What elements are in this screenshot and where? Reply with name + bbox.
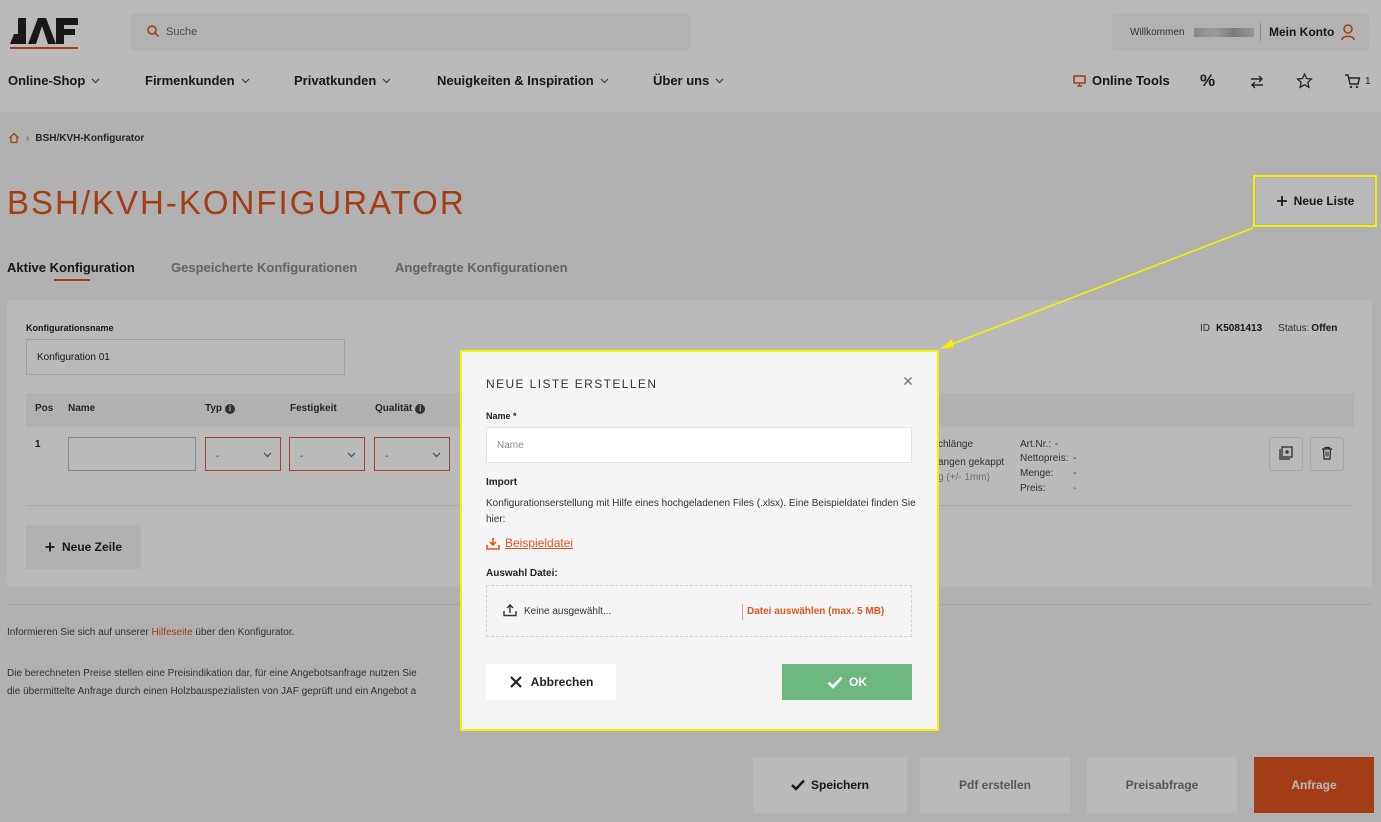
upload-icon <box>503 604 517 617</box>
example-file-link[interactable]: Beispieldatei <box>486 536 573 550</box>
file-none-selected: Keine ausgewählt... <box>524 606 612 617</box>
modal-title: NEUE LISTE ERSTELLEN <box>486 377 658 391</box>
file-select-label: Auswahl Datei: <box>486 568 558 579</box>
download-icon <box>486 537 500 550</box>
ok-button[interactable]: OK <box>782 664 912 700</box>
annotation-highlight <box>1253 175 1377 227</box>
name-label: Name * <box>486 411 517 421</box>
example-file-label: Beispieldatei <box>505 536 574 550</box>
close-icon <box>509 676 522 688</box>
list-name-input[interactable] <box>486 427 912 463</box>
import-label: Import <box>486 477 518 488</box>
choose-file-button[interactable]: Datei auswählen (max. 5 MB) <box>747 606 884 617</box>
ok-label: OK <box>849 675 867 689</box>
close-icon <box>903 376 913 386</box>
file-separator <box>742 604 743 620</box>
import-description: Konfigurationserstellung mit Hilfe eines… <box>486 498 916 525</box>
cancel-button[interactable]: Abbrechen <box>486 664 616 700</box>
cancel-label: Abbrechen <box>530 675 594 689</box>
close-button[interactable] <box>900 373 916 389</box>
check-icon <box>827 676 843 689</box>
